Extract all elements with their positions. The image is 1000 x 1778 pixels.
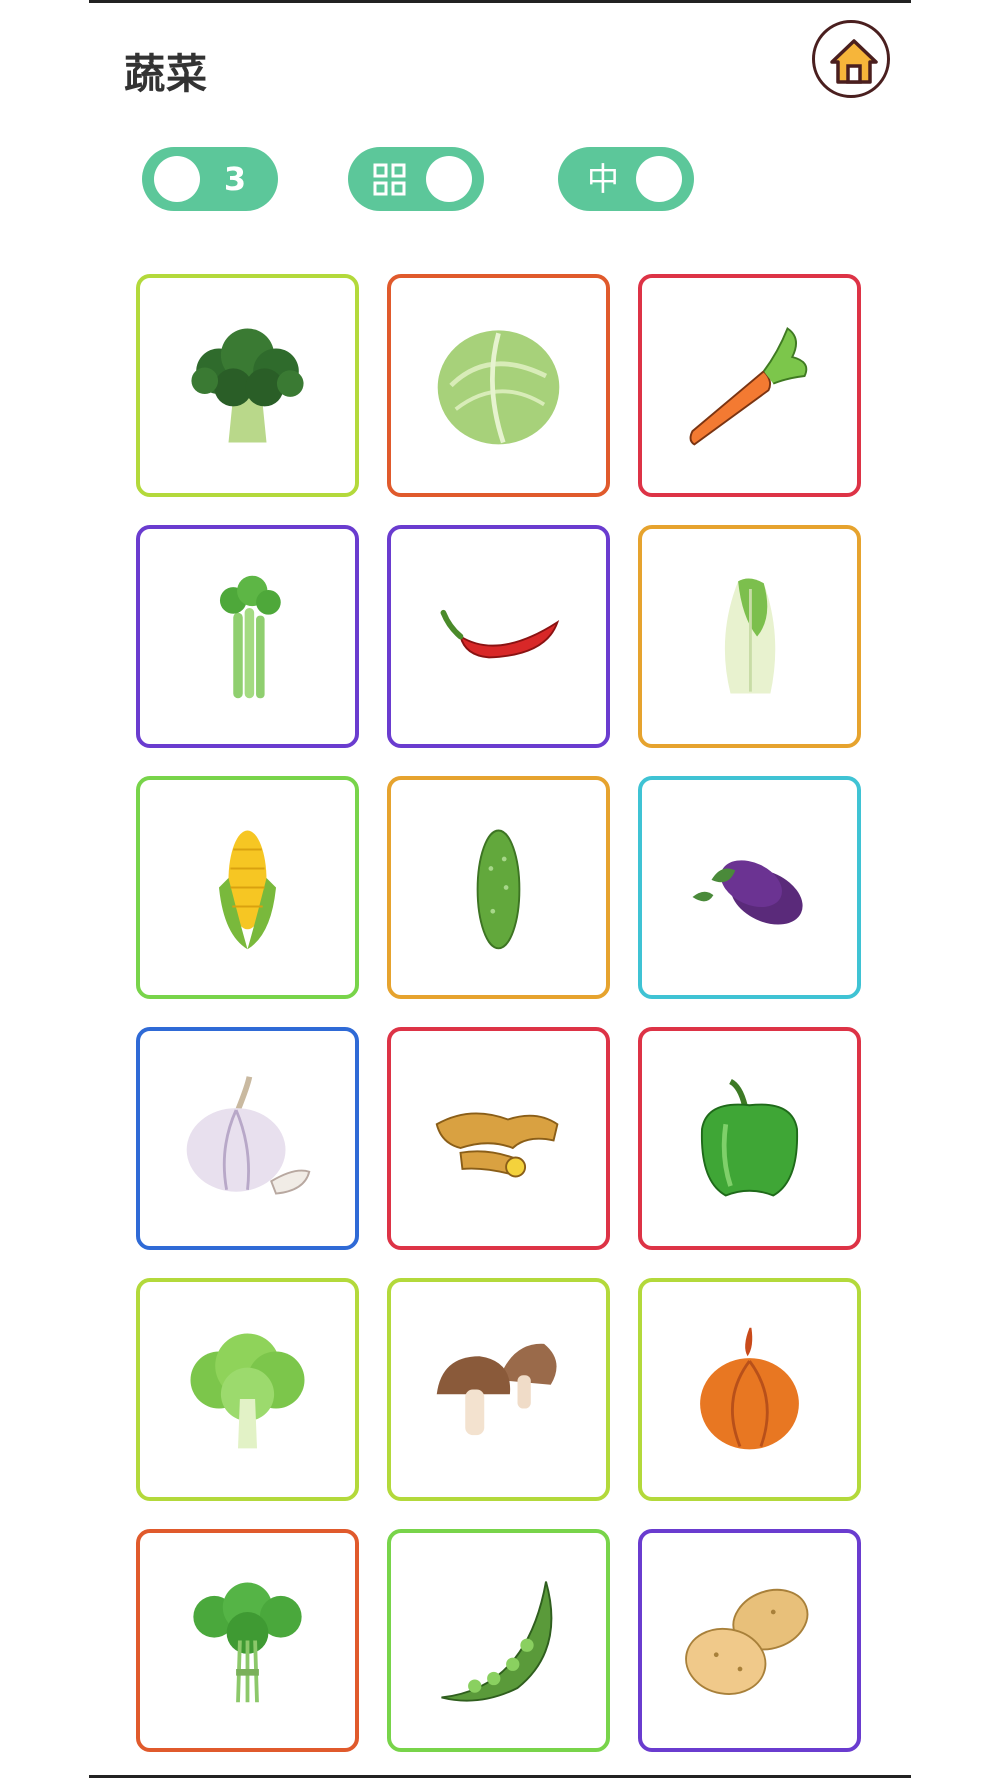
cilantro-icon — [193, 1582, 302, 1703]
count-toggle[interactable]: 3 — [142, 147, 278, 211]
grid-icon — [373, 163, 406, 196]
ginger-icon — [435, 1112, 559, 1178]
cucumber-icon — [476, 829, 521, 950]
green-pepper-icon — [700, 1078, 799, 1197]
card-cabbage[interactable] — [387, 274, 610, 497]
card-cilantro[interactable] — [136, 1529, 359, 1752]
layout-toggle[interactable] — [348, 147, 484, 211]
potato-icon — [685, 1588, 809, 1695]
toggle-knob — [636, 156, 682, 202]
card-potato[interactable] — [638, 1529, 861, 1752]
page-title: 蔬菜 — [124, 50, 208, 98]
napa-cabbage-icon — [724, 578, 776, 694]
card-celery[interactable] — [136, 525, 359, 748]
garlic-icon — [186, 1076, 311, 1195]
pea-pod-icon — [441, 1581, 553, 1702]
toggle-knob — [426, 156, 472, 202]
card-pea-pod[interactable] — [387, 1529, 610, 1752]
card-chili-pepper[interactable] — [387, 525, 610, 748]
card-broccoli[interactable] — [136, 274, 359, 497]
cabbage-icon — [437, 330, 560, 445]
home-icon — [830, 39, 878, 84]
count-value: 3 — [223, 160, 247, 198]
card-ginger[interactable] — [387, 1027, 610, 1250]
mushroom-icon — [436, 1343, 557, 1436]
toggle-knob — [154, 156, 200, 202]
card-green-pepper[interactable] — [638, 1027, 861, 1250]
card-napa-cabbage[interactable] — [638, 525, 861, 748]
corn-icon — [219, 830, 276, 950]
chili-pepper-icon — [440, 609, 560, 659]
card-lettuce[interactable] — [136, 1278, 359, 1501]
card-garlic[interactable] — [136, 1027, 359, 1250]
card-onion[interactable] — [638, 1278, 861, 1501]
broccoli-icon — [191, 328, 304, 443]
lettuce-icon — [190, 1333, 305, 1449]
eggplant-icon — [692, 860, 803, 925]
card-corn[interactable] — [136, 776, 359, 999]
card-cucumber[interactable] — [387, 776, 610, 999]
size-toggle[interactable]: 中 — [558, 147, 694, 211]
home-button[interactable] — [812, 20, 890, 98]
celery-icon — [219, 575, 281, 699]
card-carrot[interactable] — [638, 274, 861, 497]
card-eggplant[interactable] — [638, 776, 861, 999]
card-mushroom[interactable] — [387, 1278, 610, 1501]
onion-icon — [700, 1327, 799, 1450]
carrot-icon — [689, 327, 808, 446]
size-value: 中 — [586, 160, 619, 198]
